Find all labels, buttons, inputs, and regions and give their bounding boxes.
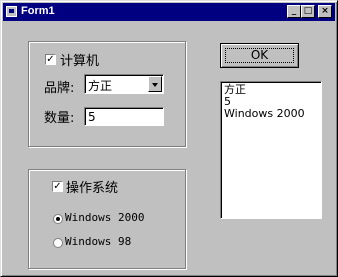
chevron-down-icon[interactable] [148,76,162,92]
radio-windows-2000-label[interactable]: Windows 2000 [65,211,144,224]
brand-label: 品牌: [44,81,75,96]
radio-windows-98-label[interactable]: Windows 98 [65,235,131,248]
list-item[interactable]: 方正 [224,84,321,96]
quantity-input[interactable]: 5 [84,107,164,126]
output-listbox[interactable]: 方正 5 Windows 2000 [220,81,322,219]
window-title: Form1 [21,5,55,17]
focus-rect [225,48,294,63]
app-icon[interactable] [6,6,17,17]
os-checkbox[interactable]: ✓ [52,181,63,192]
computer-checkbox[interactable]: ✓ [45,54,56,65]
brand-dropdown-value: 方正 [88,79,113,93]
brand-dropdown[interactable]: 方正 [84,74,164,94]
maximize-button[interactable]: □ [301,5,315,18]
form1-window: Form1 _ □ × ✓ 计算机 品牌: 方正 数量: 5 ✓ 操作系统 Wi… [0,0,338,277]
radio-windows-98[interactable] [53,238,63,248]
list-item[interactable]: Windows 2000 [224,108,321,120]
ok-button[interactable]: OK [220,43,299,68]
quantity-label: 数量: [44,111,75,126]
title-bar[interactable]: Form1 _ □ × [3,3,335,21]
computer-checkbox-label[interactable]: 计算机 [60,50,99,69]
os-checkbox-label[interactable]: 操作系统 [66,177,118,196]
minimize-button[interactable]: _ [287,5,301,18]
radio-windows-2000[interactable] [53,214,63,224]
close-button[interactable]: × [318,5,332,18]
